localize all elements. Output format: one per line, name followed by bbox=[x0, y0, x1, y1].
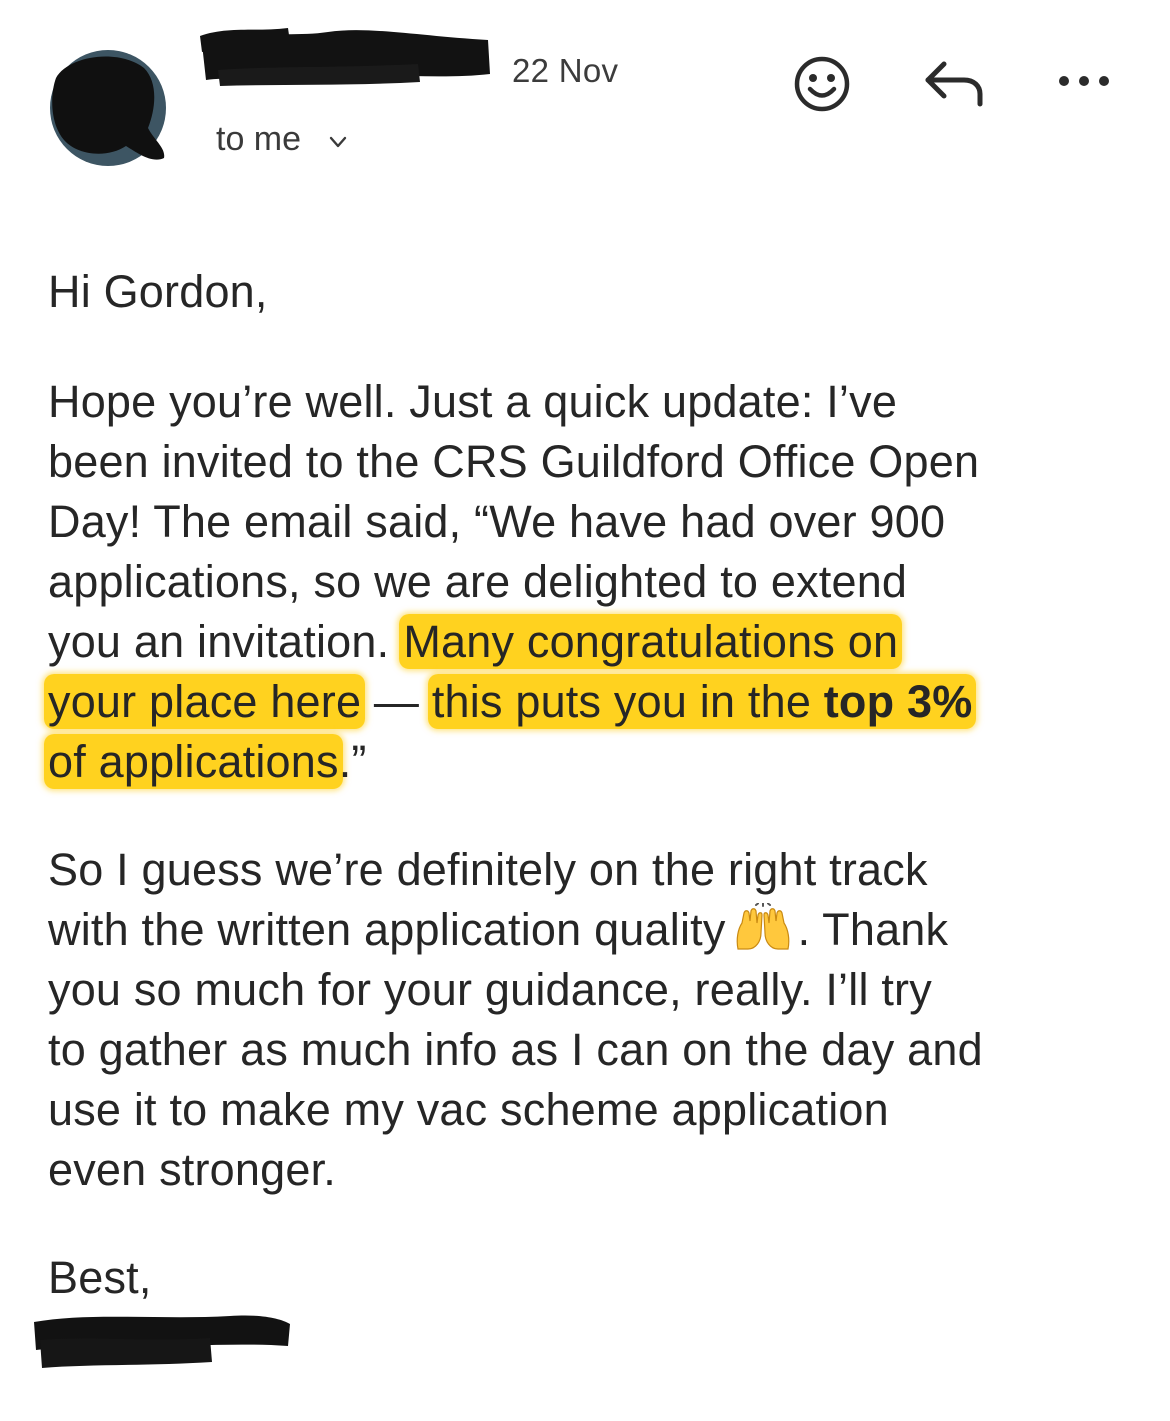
highlighted-text: of applications bbox=[44, 734, 343, 789]
highlighted-text-part: this puts you in the bbox=[431, 676, 824, 727]
highlighted-bold-text: top 3% bbox=[823, 676, 973, 727]
recipient-toggle[interactable]: to me bbox=[216, 120, 349, 159]
paragraph-line: applications, so we are delighted to ext… bbox=[48, 556, 908, 607]
paragraph-line: you an invitation. Many congratulations o… bbox=[48, 612, 1138, 672]
highlighted-text: Many congratulations on bbox=[399, 614, 903, 669]
email-header: 22 Nov to me bbox=[0, 0, 1170, 200]
paragraph-line: to gather as much info as I can on the d… bbox=[48, 1024, 983, 1075]
paragraph-text: you an invitation. bbox=[48, 616, 390, 667]
paragraph-line: Day! The email said, “We have had over 9… bbox=[48, 496, 946, 547]
paragraph-text: . Thank bbox=[797, 904, 949, 955]
raising-hands-emoji bbox=[736, 903, 789, 950]
smiley-face-icon[interactable] bbox=[792, 54, 852, 114]
paragraph-line: been invited to the CRS Guildford Office… bbox=[48, 436, 980, 487]
avatar[interactable] bbox=[48, 48, 168, 168]
highlighted-text: your place here bbox=[44, 674, 366, 729]
paragraph-line: Hope you’re well. Just a quick update: I… bbox=[48, 376, 898, 427]
recipient-label: to me bbox=[216, 120, 302, 158]
email-greeting: Hi Gordon, bbox=[48, 262, 1138, 322]
paragraph-line: with the written application quality . T… bbox=[48, 900, 1138, 960]
signoff-text: Best, bbox=[48, 1252, 152, 1303]
highlighted-text: this puts you in the top 3% bbox=[427, 674, 977, 729]
sender-name-redaction bbox=[200, 28, 490, 86]
greeting-text: Hi Gordon, bbox=[48, 266, 268, 317]
signature-redaction bbox=[34, 1315, 290, 1368]
email-paragraph-2: So I guess we’re definitely on the right… bbox=[48, 840, 1138, 1200]
more-options-icon[interactable] bbox=[1054, 66, 1114, 96]
paragraph-line: of applications.” bbox=[44, 732, 1138, 792]
paragraph-line: your place here — this puts you in the t… bbox=[44, 672, 1138, 732]
email-paragraph-1: Hope you’re well. Just a quick update: I… bbox=[44, 372, 1138, 792]
reply-arrow-icon[interactable] bbox=[922, 58, 988, 108]
paragraph-line: So I guess we’re definitely on the right… bbox=[48, 844, 928, 895]
chevron-down-icon bbox=[329, 136, 347, 147]
paragraph-line: use it to make my vac scheme application bbox=[48, 1084, 889, 1135]
closing-quote: .” bbox=[338, 736, 367, 787]
email-signoff: Best, bbox=[48, 1248, 1138, 1308]
dash-separator: — bbox=[361, 676, 432, 727]
email-date: 22 Nov bbox=[512, 52, 619, 89]
paragraph-text: with the written application quality bbox=[48, 904, 726, 955]
paragraph-line: you so much for your guidance, really. I… bbox=[48, 964, 932, 1015]
paragraph-line: even stronger. bbox=[48, 1144, 336, 1195]
